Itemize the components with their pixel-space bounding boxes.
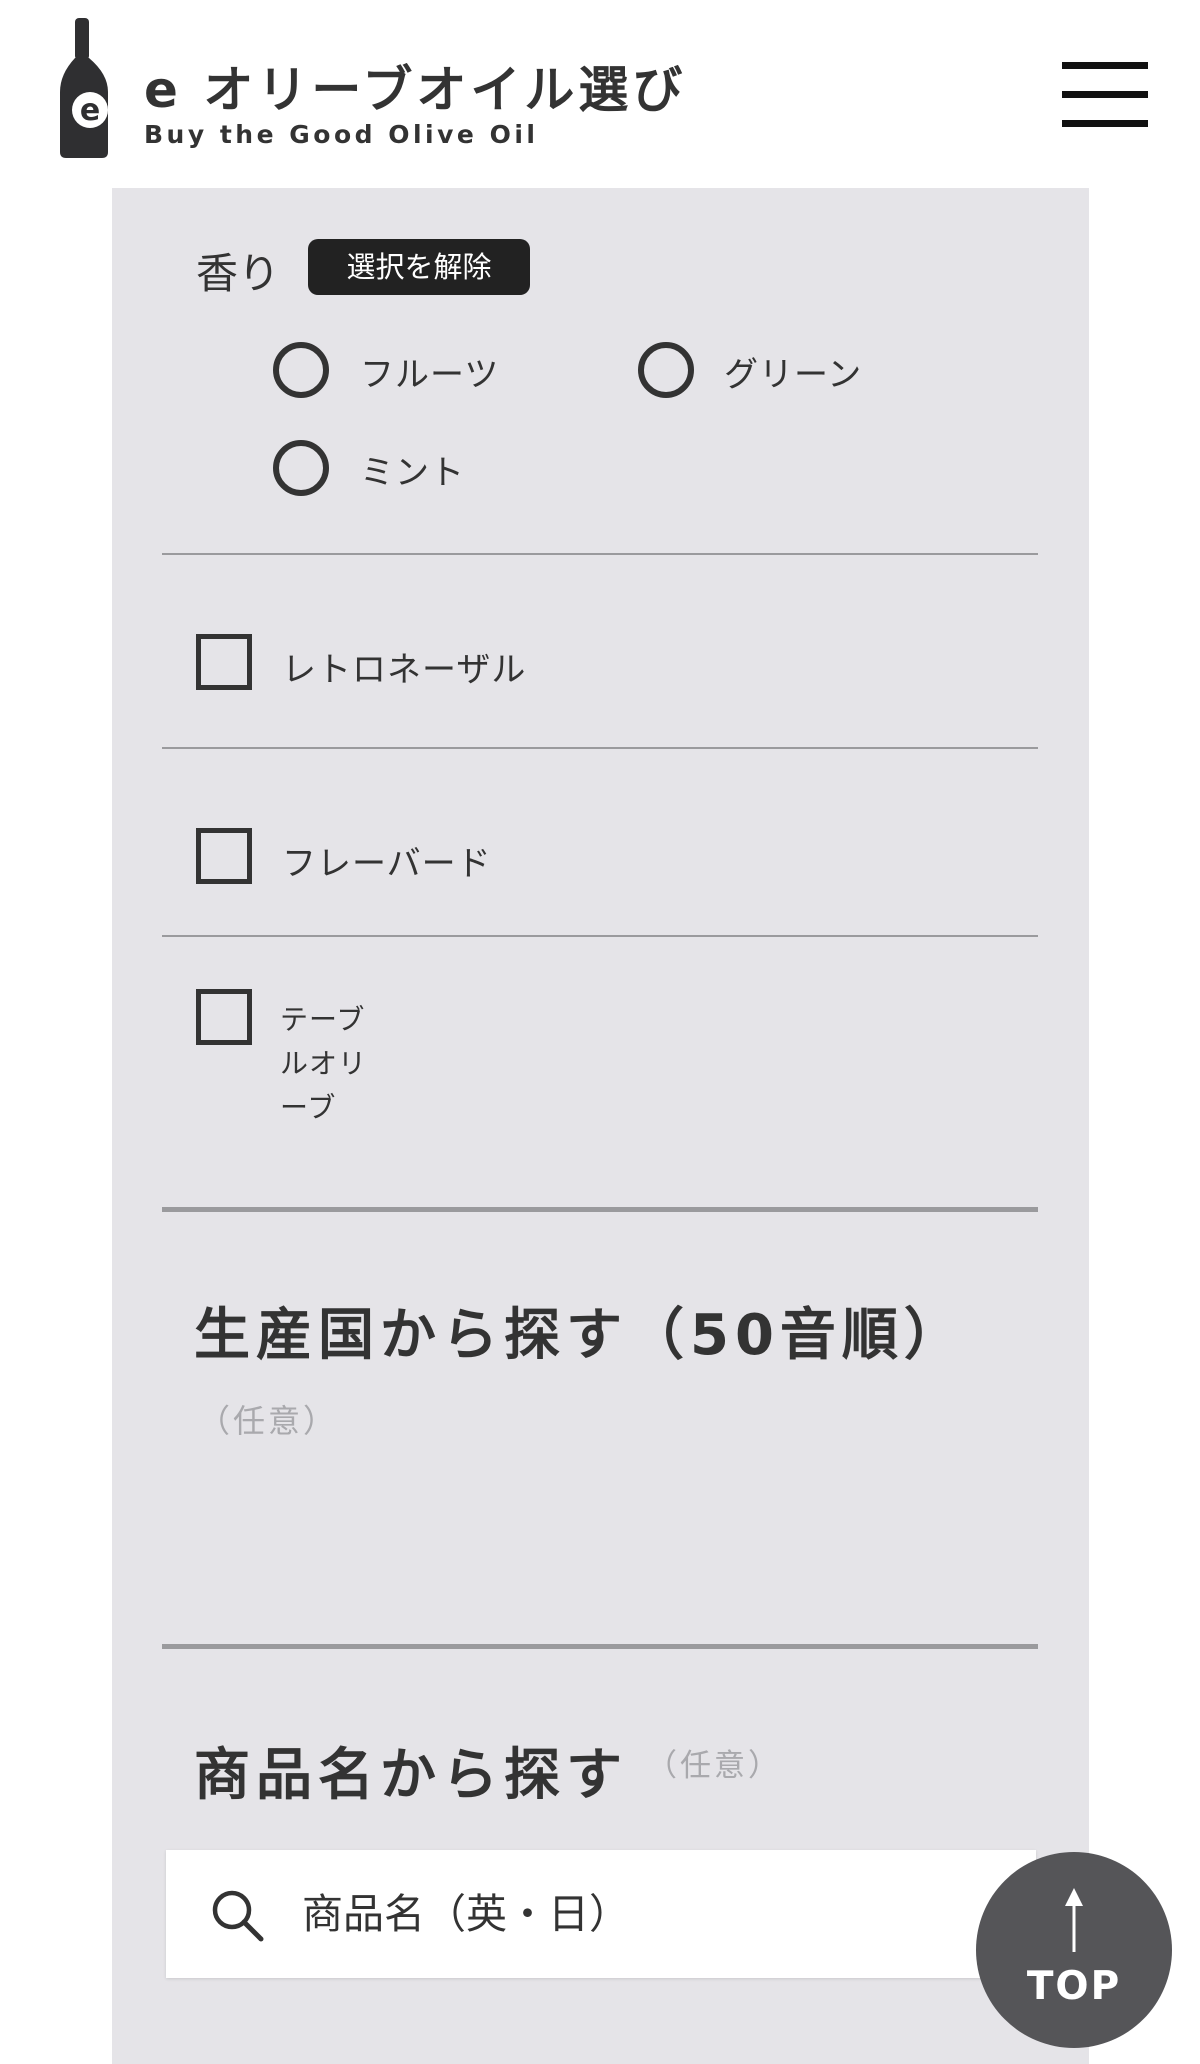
radio-label-fruits[interactable]: フルーツ	[360, 347, 499, 396]
site-title[interactable]: e オリーブオイル選び	[144, 50, 686, 122]
section-divider	[162, 1207, 1038, 1212]
divider	[162, 747, 1038, 749]
arrow-up-icon	[1065, 1888, 1083, 1952]
search-icon	[212, 1890, 264, 1942]
back-to-top-label: TOP	[1026, 1964, 1122, 2009]
product-search-box[interactable]	[166, 1850, 1036, 1978]
radio-label-mint[interactable]: ミント	[360, 445, 465, 494]
clear-selection-button[interactable]: 選択を解除	[308, 239, 530, 295]
country-section-heading: 生産国から探す（50音順）	[194, 1303, 966, 1368]
checkbox-label-table-olive[interactable]: テーブ ルオリ ーブ	[280, 998, 367, 1130]
checkbox-table-olive[interactable]	[196, 989, 252, 1045]
radio-fruits[interactable]	[273, 342, 329, 398]
site-subtitle: Buy the Good Olive Oil	[144, 120, 539, 149]
divider	[162, 935, 1038, 937]
radio-label-green[interactable]: グリーン	[724, 347, 862, 396]
divider	[162, 553, 1038, 555]
menu-line	[1062, 120, 1148, 127]
aroma-label: 香り	[196, 249, 281, 298]
menu-line	[1062, 62, 1148, 69]
product-section-heading: 商品名から探す	[194, 1743, 628, 1808]
svg-text:e: e	[80, 93, 100, 128]
hamburger-menu-icon[interactable]	[1062, 62, 1148, 128]
checkbox-flavored[interactable]	[196, 828, 252, 884]
olive-oil-bottle-logo-icon[interactable]: e	[56, 18, 112, 158]
site-header: e e オリーブオイル選び Buy the Good Olive Oil	[0, 0, 1200, 188]
checkbox-label-retronasal[interactable]: レトロネーザル	[282, 642, 526, 691]
menu-line	[1062, 91, 1148, 98]
country-optional-note: （任意）	[198, 1402, 339, 1440]
radio-mint[interactable]	[273, 440, 329, 496]
radio-green[interactable]	[638, 342, 694, 398]
section-divider	[162, 1644, 1038, 1649]
checkbox-retronasal[interactable]	[196, 634, 252, 690]
back-to-top-button[interactable]: TOP	[976, 1852, 1172, 2048]
checkbox-label-flavored[interactable]: フレーバード	[282, 836, 492, 885]
product-search-input[interactable]	[302, 1874, 982, 1954]
product-optional-note: （任意）	[646, 1748, 782, 1784]
